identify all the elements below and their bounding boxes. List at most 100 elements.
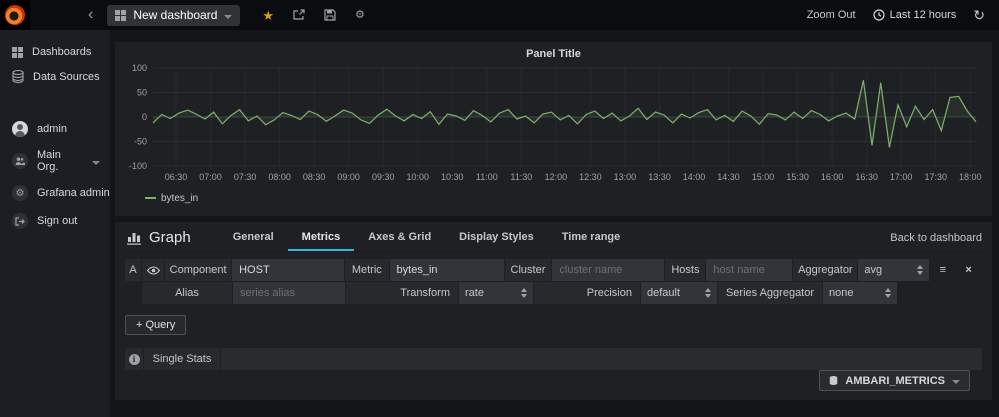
single-stats-label: Single Stats xyxy=(144,348,220,370)
time-range-label: Last 12 hours xyxy=(890,9,957,21)
svg-text:09:00: 09:00 xyxy=(337,172,360,182)
tab-display-styles[interactable]: Display Styles xyxy=(445,231,548,251)
chevron-down-icon xyxy=(224,15,232,19)
chevron-down-icon xyxy=(952,380,960,384)
editor-tabs: General Metrics Axes & Grid Display Styl… xyxy=(219,231,635,251)
tab-metrics[interactable]: Metrics xyxy=(288,231,355,251)
sidebar-item-grafana-admin[interactable]: ⚙ Grafana admin xyxy=(0,179,110,207)
svg-text:50: 50 xyxy=(137,88,147,98)
svg-text:14:30: 14:30 xyxy=(717,172,740,182)
dashboard-title: New dashboard xyxy=(133,8,217,22)
sidebar-item-label: Dashboards xyxy=(32,46,91,58)
database-icon xyxy=(829,375,838,386)
top-navbar: ‹ New dashboard ★ ⚙ Zoom Out Last 12 hou… xyxy=(0,0,999,30)
timepicker-button[interactable]: Last 12 hours xyxy=(873,9,957,21)
cluster-label: Cluster xyxy=(505,259,552,281)
svg-text:13:30: 13:30 xyxy=(648,172,671,182)
sidebar-item-label: Sign out xyxy=(37,215,77,227)
alias-input[interactable] xyxy=(233,282,345,304)
dashboard-title-button[interactable]: New dashboard xyxy=(107,5,240,26)
query-menu-button[interactable]: ≡ xyxy=(930,259,955,281)
legend-color-dash xyxy=(145,197,156,199)
single-stats-row: i Single Stats xyxy=(125,348,982,370)
panel-editor: Graph General Metrics Axes & Grid Displa… xyxy=(115,222,992,400)
svg-text:11:30: 11:30 xyxy=(510,172,532,182)
single-stats-field[interactable] xyxy=(221,348,982,370)
aggregator-select[interactable]: avg xyxy=(858,259,929,281)
svg-text:07:30: 07:30 xyxy=(234,172,257,182)
sidebar-item-label: Grafana admin xyxy=(37,187,110,199)
tab-axes-grid[interactable]: Axes & Grid xyxy=(354,231,445,251)
share-icon[interactable] xyxy=(293,9,305,21)
panel-title[interactable]: Panel Title xyxy=(123,46,984,62)
svg-text:09:30: 09:30 xyxy=(372,172,395,182)
dashboard-grid-icon xyxy=(115,10,126,21)
precision-label: Precision xyxy=(534,282,640,304)
svg-text:10:30: 10:30 xyxy=(441,172,464,182)
sidebar-item-admin[interactable]: admin xyxy=(0,115,110,143)
component-input[interactable] xyxy=(232,259,344,281)
dashboards-icon xyxy=(12,47,23,58)
sidebar-item-main-org[interactable]: Main Org. xyxy=(0,143,110,179)
precision-select[interactable]: default xyxy=(641,282,717,304)
query-editor: A Component Metric Cluster Hosts Aggrega… xyxy=(125,259,982,304)
add-query-button[interactable]: + Query xyxy=(125,315,186,335)
sidebar-item-dashboards[interactable]: Dashboards xyxy=(0,40,110,64)
back-chevron-icon[interactable]: ‹ xyxy=(88,6,93,24)
sidebar: Dashboards Data Sources admin Main Org. … xyxy=(0,30,110,417)
users-icon xyxy=(12,153,28,169)
svg-text:14:00: 14:00 xyxy=(683,172,706,182)
legend-series-label: bytes_in xyxy=(161,193,198,204)
star-icon[interactable]: ★ xyxy=(262,9,274,22)
eye-icon xyxy=(147,266,160,275)
info-button[interactable]: i xyxy=(125,348,143,370)
hosts-label: Hosts xyxy=(665,259,705,281)
grafana-flame-icon xyxy=(5,5,25,25)
svg-text:17:00: 17:00 xyxy=(890,172,913,182)
svg-text:16:30: 16:30 xyxy=(855,172,878,182)
query-ref-letter[interactable]: A xyxy=(125,259,141,281)
remove-query-button[interactable]: × xyxy=(956,259,981,281)
database-icon xyxy=(12,70,24,83)
refresh-icon[interactable]: ↻ xyxy=(973,7,985,24)
sidebar-item-sign-out[interactable]: Sign out xyxy=(0,207,110,235)
graph-canvas[interactable]: 06:3007:0007:3008:0008:3009:0009:3010:00… xyxy=(123,62,984,186)
graph-panel: Panel Title 06:3007:0007:3008:0008:3009:… xyxy=(115,42,992,216)
svg-text:07:00: 07:00 xyxy=(199,172,222,182)
back-to-dashboard-link[interactable]: Back to dashboard xyxy=(890,232,982,251)
tab-time-range[interactable]: Time range xyxy=(548,231,635,251)
grafana-logo[interactable] xyxy=(0,0,30,30)
svg-text:-100: -100 xyxy=(129,161,147,171)
svg-text:13:00: 13:00 xyxy=(614,172,637,182)
transform-label: Transform xyxy=(346,282,458,304)
select-arrows-icon xyxy=(885,288,891,298)
svg-text:10:00: 10:00 xyxy=(406,172,429,182)
query-row-1: A Component Metric Cluster Hosts Aggrega… xyxy=(125,259,982,281)
sidebar-item-data-sources[interactable]: Data Sources xyxy=(0,64,110,89)
save-icon[interactable] xyxy=(324,9,336,21)
info-icon: i xyxy=(129,354,140,365)
svg-text:-50: -50 xyxy=(134,137,147,147)
zoom-out-button[interactable]: Zoom Out xyxy=(807,9,856,21)
select-arrows-icon xyxy=(917,265,923,275)
settings-gear-icon[interactable]: ⚙ xyxy=(355,10,365,21)
transform-select[interactable]: rate xyxy=(459,282,533,304)
cluster-input[interactable] xyxy=(552,259,664,281)
toggle-visibility-button[interactable] xyxy=(142,259,164,281)
metric-input[interactable] xyxy=(390,259,504,281)
svg-text:18:00: 18:00 xyxy=(959,172,982,182)
bar-chart-icon xyxy=(127,231,142,245)
svg-text:15:00: 15:00 xyxy=(752,172,775,182)
tab-general[interactable]: General xyxy=(219,231,288,251)
alias-label: Alias xyxy=(142,282,232,304)
graph-legend[interactable]: bytes_in xyxy=(123,191,984,205)
series-aggregator-select[interactable]: none xyxy=(823,282,897,304)
svg-text:17:30: 17:30 xyxy=(924,172,947,182)
svg-text:12:00: 12:00 xyxy=(545,172,568,182)
select-arrows-icon xyxy=(705,288,711,298)
component-label: Component xyxy=(165,259,231,281)
hosts-input[interactable] xyxy=(706,259,792,281)
query-row-2: Alias Transform rate Precision default S… xyxy=(125,282,982,304)
panel-type-label: Graph xyxy=(125,229,195,251)
datasource-button[interactable]: AMBARI_METRICS xyxy=(819,370,970,391)
